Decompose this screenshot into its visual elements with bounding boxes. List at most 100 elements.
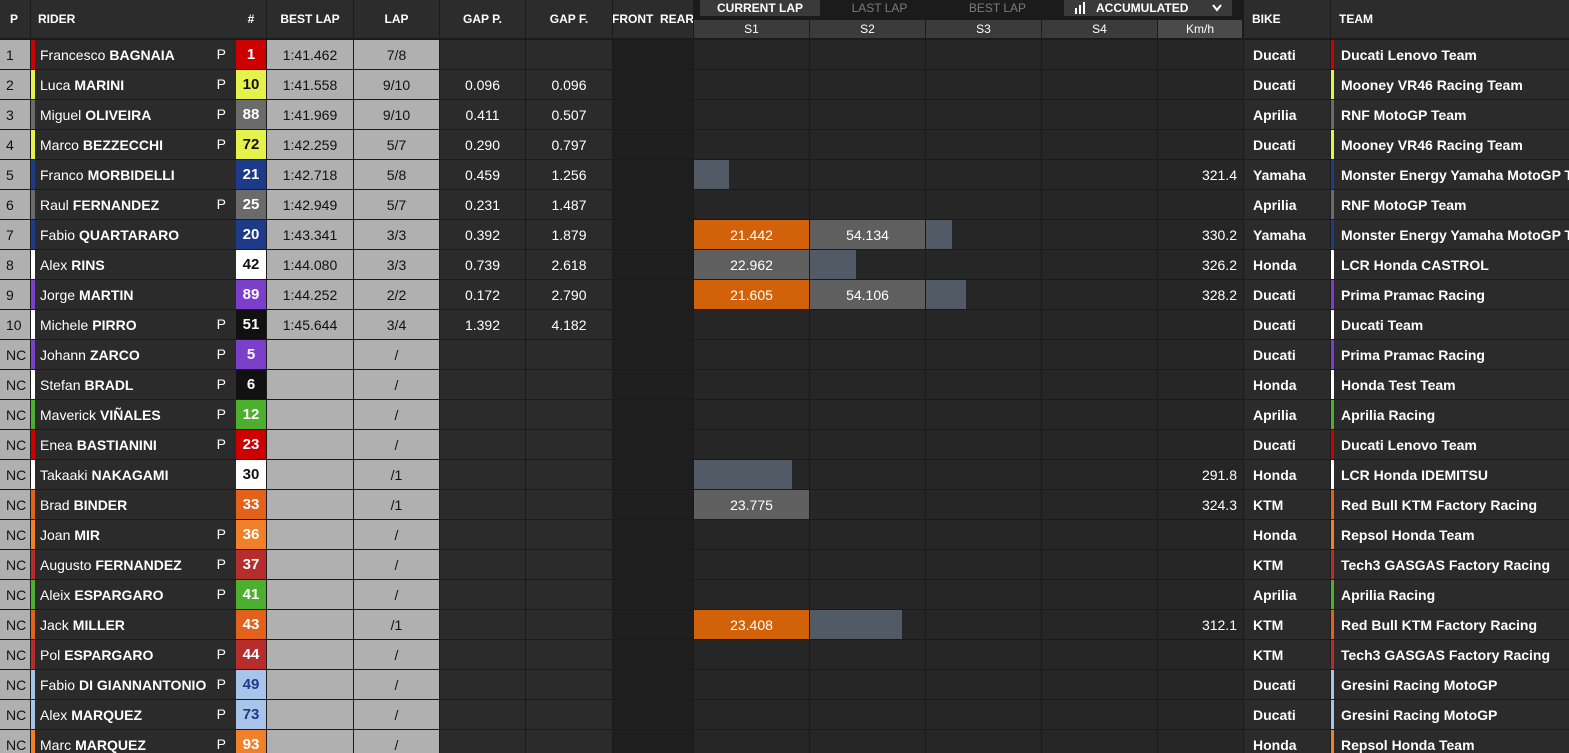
sector-cell-s3 [926, 70, 1041, 99]
rider-cell: Johann ZARCO P [31, 340, 236, 369]
best-lap-cell: 1:41.462 [267, 40, 353, 69]
rider-first-name: Jorge [40, 286, 76, 303]
pit-flag: P [216, 46, 226, 62]
sector-bar-s2: 54.134 [810, 220, 925, 249]
header-s1-label: S1 [744, 22, 759, 36]
sector-cell-s1 [694, 520, 809, 549]
header-number: # [236, 0, 266, 38]
rider-cell: Aleix ESPARGARO P [31, 580, 236, 609]
team-cell: Prima Pramac Racing [1331, 280, 1569, 309]
rider-cell: Brad BINDER [31, 490, 236, 519]
sector-cell-s4 [1042, 250, 1157, 279]
team-color-stripe [1331, 310, 1334, 339]
tab-current-lap[interactable]: CURRENT LAP [700, 0, 820, 16]
tyre-cell [613, 310, 693, 339]
team-cell: LCR Honda CASTROL [1331, 250, 1569, 279]
team-color-stripe [1331, 580, 1334, 609]
team-color-stripe [1331, 130, 1334, 159]
rider-cell: Marco BEZZECCHI P [31, 130, 236, 159]
tyre-cell [613, 640, 693, 669]
rider-number: 20 [236, 220, 266, 249]
position-cell: NC [0, 340, 30, 369]
best-lap-cell: 1:41.558 [267, 70, 353, 99]
rider-number: 30 [236, 460, 266, 489]
header-s1: S1 [694, 20, 810, 38]
sector-cell-s4 [1042, 220, 1157, 249]
gap-p-cell [440, 370, 525, 399]
position-cell: NC [0, 640, 30, 669]
sector-cell-s1 [694, 310, 809, 339]
sector-cell-s1 [694, 370, 809, 399]
bike-cell: Aprilia [1244, 400, 1330, 429]
chart-bars-icon [1074, 2, 1088, 14]
lap-cell: / [354, 370, 439, 399]
pit-flag: P [216, 526, 226, 542]
tyre-cell [613, 220, 693, 249]
header-s4-label: S4 [1092, 22, 1107, 36]
position-cell: NC [0, 370, 30, 399]
lap-cell: / [354, 400, 439, 429]
team-color-stripe [1331, 40, 1334, 69]
team-color-stripe [1331, 490, 1334, 519]
team-color-stripe [31, 370, 35, 399]
mode-select[interactable]: ACCUMULATED [1064, 0, 1232, 16]
rider-last-name: BEZZECCHI [82, 136, 164, 153]
sector-cell-s3 [926, 40, 1041, 69]
header-s3-label: S3 [976, 22, 991, 36]
bike-cell: KTM [1244, 640, 1330, 669]
header-lap-label: LAP [384, 12, 409, 26]
rider-last-name: VIÑALES [100, 406, 161, 423]
pit-flag: P [216, 346, 226, 362]
gap-f-cell: 0.797 [526, 130, 612, 159]
speed-cell: 291.8 [1158, 460, 1243, 489]
team-name: Aprilia Racing [1341, 406, 1436, 423]
sector-cell-s4 [1042, 640, 1157, 669]
sector-bar-s1: 23.408 [694, 610, 809, 639]
sector-cell-s2 [810, 70, 925, 99]
bike-cell: KTM [1244, 490, 1330, 519]
tab-last-lap[interactable]: LAST LAP [822, 0, 937, 16]
team-color-stripe [1331, 190, 1334, 219]
sector-bar-s2 [810, 250, 856, 279]
rider-number: 49 [236, 670, 266, 699]
best-lap-cell [267, 430, 353, 459]
team-name: Mooney VR46 Racing Team [1341, 136, 1523, 153]
sector-cell-s2 [810, 670, 925, 699]
tab-best-lap[interactable]: BEST LAP [940, 0, 1055, 16]
team-color-stripe [1331, 220, 1334, 249]
tyre-cell [613, 430, 693, 459]
rider-first-name: Brad [40, 496, 70, 513]
rider-number: 12 [236, 400, 266, 429]
team-name: Tech3 GASGAS Factory Racing [1341, 646, 1551, 663]
bike-cell: Ducati [1244, 310, 1330, 339]
position-cell: NC [0, 670, 30, 699]
lap-cell: 7/8 [354, 40, 439, 69]
sector-cell-s3 [926, 250, 1041, 279]
lap-cell: / [354, 550, 439, 579]
team-color-stripe [1331, 670, 1334, 699]
best-lap-cell: 1:43.341 [267, 220, 353, 249]
team-name: Gresini Racing MotoGP [1341, 706, 1498, 723]
tyre-cell [613, 670, 693, 699]
rider-cell: Miguel OLIVEIRA P [31, 100, 236, 129]
team-cell: Repsol Honda Team [1331, 520, 1569, 549]
tyre-cell [613, 250, 693, 279]
lap-cell: 9/10 [354, 70, 439, 99]
sector-cell-s1 [694, 670, 809, 699]
sector-cell-s2 [810, 520, 925, 549]
team-cell: Ducati Lenovo Team [1331, 430, 1569, 459]
team-color-stripe [31, 340, 35, 369]
sector-cell-s2 [810, 730, 925, 753]
sector-cell-s2 [810, 700, 925, 729]
header-s3: S3 [926, 20, 1042, 38]
sector-cell-s4 [1042, 280, 1157, 309]
sector-cell-s3 [926, 190, 1041, 219]
gap-f-cell: 0.096 [526, 70, 612, 99]
rider-number: 88 [236, 100, 266, 129]
best-lap-cell: 1:42.949 [267, 190, 353, 219]
gap-p-cell: 0.459 [440, 160, 525, 189]
team-cell: Mooney VR46 Racing Team [1331, 70, 1569, 99]
sector-cell-s1 [694, 430, 809, 459]
rider-cell: Jack MILLER [31, 610, 236, 639]
bike-cell: Ducati [1244, 130, 1330, 159]
